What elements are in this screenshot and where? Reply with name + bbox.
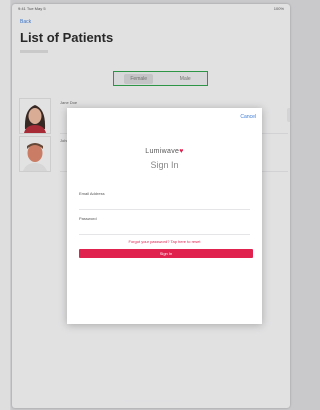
email-label: Email Address [79, 191, 105, 196]
email-field[interactable] [79, 197, 250, 210]
brand-name: Lumiwave [145, 148, 180, 155]
password-label: Password [79, 216, 97, 221]
home-indicator [124, 400, 180, 402]
sign-in-button[interactable]: Sign In [79, 249, 253, 258]
password-field[interactable] [79, 222, 250, 235]
sign-in-title: Sign In [150, 160, 179, 170]
app-screen: 9:41 Tue May 5 100% Back List of Patient… [12, 4, 290, 408]
background-panel [0, 0, 11, 410]
sign-in-modal: Cancel Lumiwave♥ Sign In Email Address P… [67, 108, 262, 324]
forgot-password-link[interactable]: Forgot your password? Tap here to reset [67, 239, 262, 244]
cancel-button[interactable]: Cancel [240, 114, 256, 120]
heart-icon: ♥ [179, 148, 184, 155]
brand-logo: Lumiwave♥ [67, 148, 262, 155]
